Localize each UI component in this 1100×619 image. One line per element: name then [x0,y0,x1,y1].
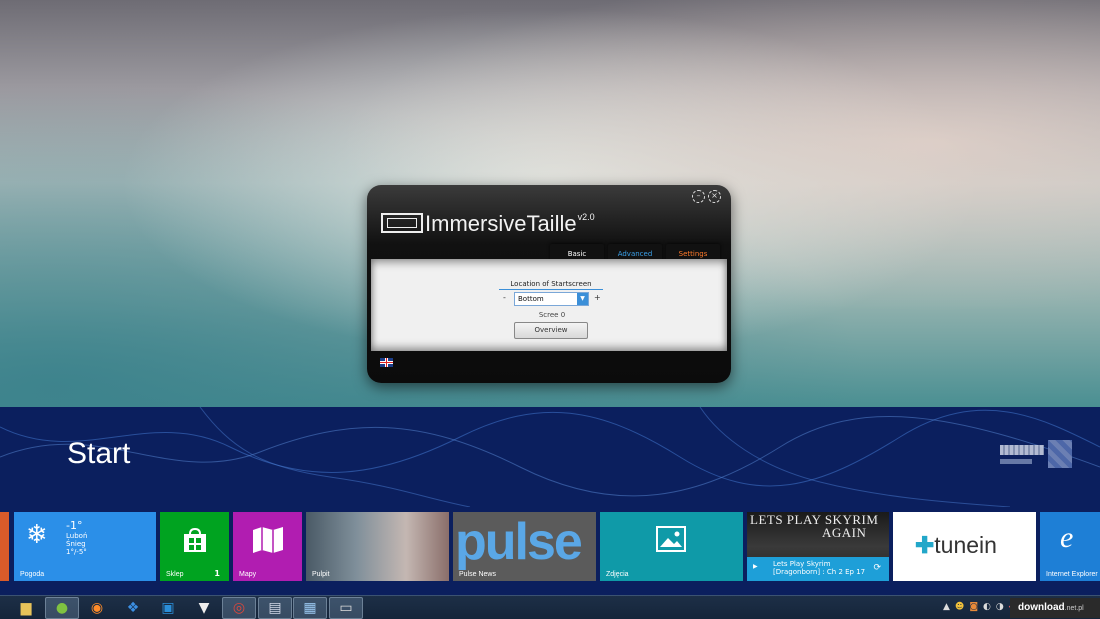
skyrim-info-line1: Lets Play Skyrim [773,560,831,568]
screen-row: Scree 0 [531,311,573,319]
decrease-button[interactable]: - [503,293,506,302]
tile-internet-explorer[interactable]: e Internet Explorer [1040,512,1100,581]
tile-tunein[interactable]: ✚tunein [893,512,1036,581]
fox-mask-icon[interactable]: ▼ [187,597,221,619]
youtube-app-icon[interactable]: ▣ [151,597,185,619]
floppy-save-icon[interactable]: ▤ [258,597,292,619]
file-explorer-icon[interactable]: ▆ [9,597,43,619]
tray-expand-icon[interactable]: ▲ [943,602,950,612]
weather-place: Luboń [66,532,88,540]
tunein-plus-icon: ✚ [915,532,935,558]
refresh-icon: ⟳ [873,563,881,573]
immersivetaille-app-icon[interactable]: ▭ [329,597,363,619]
weather-range: 1°/-5° [66,548,87,556]
tile-label: Zdjęcia [606,571,629,578]
app-logo: ImmersiveTaille v2.0 [381,209,595,237]
uk-flag-icon[interactable] [380,358,393,367]
tile-partial[interactable] [0,512,9,581]
taskbar: ▆ ● ◉ ❖ ▣ ▼ ◎ ▤ ▦ ▭ ▲ ☻ ◙ ◐ ◑ ◆ download… [0,595,1100,619]
skyrim-title: LETS PLAY SKYRIM AGAIN [750,512,879,540]
store-bag-icon [184,527,206,552]
download-watermark: download.net.pl [1010,598,1100,618]
snowflake-icon: ❄ [26,520,48,550]
youtube-icon: ▶ [753,563,758,570]
weather-info: -1° Luboń Śnieg 1°/-5° [66,519,88,557]
close-icon[interactable]: × [708,190,721,203]
skyrim-info: ▶ Lets Play Skyrim [Dragonborn] : Ch 2 E… [747,557,889,581]
skyrim-info-line2: [Dragonborn] : Ch 2 Ep 17 [773,568,866,576]
immersivetaille-window: – × ImmersiveTaille v2.0 Basic Advanced … [367,185,731,383]
start-background-pattern [0,407,1100,507]
tile-label: Pulpit [312,571,330,578]
screen-label: Scree [538,311,559,319]
dropbox-icon[interactable]: ❖ [116,597,150,619]
user-name-blurred [1000,444,1044,455]
app-version: v2.0 [577,212,595,222]
overview-button[interactable]: Overview [514,322,588,339]
app-name: ImmersiveTaille [425,211,577,236]
location-select[interactable]: Bottom ▼ [514,292,589,306]
tile-pogoda[interactable]: ❄ -1° Luboń Śnieg 1°/-5° Pogoda [14,512,156,581]
tile-label: Pulse News [459,571,496,578]
rss-icon[interactable]: ◙ [969,602,978,612]
tile-sklep[interactable]: Sklep 1 [160,512,229,581]
photo-icon [656,526,686,552]
tile-pulpit[interactable]: Pulpit [306,512,449,581]
location-label: Location of Startscreen [499,280,603,290]
tile-label: Sklep [166,571,184,578]
internet-explorer-icon: e [1060,521,1074,554]
tile-badge: 1 [214,569,220,578]
remote-desktop-icon[interactable]: ▦ [293,597,327,619]
avatar[interactable] [1048,440,1072,468]
settings-panel: Location of Startscreen - Bottom ▼ + Scr… [371,259,727,351]
tile-zdjecia[interactable]: Zdjęcia [600,512,743,581]
user-subtitle-blurred [1000,458,1032,464]
tile-pulse-news[interactable]: pulse Pulse News [453,512,596,581]
chrome-icon[interactable]: ◎ [222,597,256,619]
window-controls: – × [692,190,721,203]
tile-label: Mapy [239,571,257,578]
location-select-value: Bottom [518,295,544,303]
tile-youtube-skyrim[interactable]: LETS PLAY SKYRIM AGAIN ▶ Lets Play Skyri… [747,512,889,581]
pulse-logo: pulse [455,513,583,571]
tunein-logo: ✚tunein [915,532,997,558]
logo-frame-icon [381,213,423,233]
tile-label: Pogoda [20,571,45,578]
tile-mapy[interactable]: Mapy [233,512,302,581]
user-account[interactable] [1000,440,1072,468]
weather-temp: -1° [66,519,83,532]
tile-label: Internet Explorer [1046,571,1098,578]
weather-condition: Śnieg [66,540,86,548]
start-screen: Start ❄ -1° Luboń Śnieg 1°/-5° Pogoda Sk… [0,407,1100,595]
map-icon [253,527,283,553]
volume-icon[interactable]: ◑ [996,602,1004,612]
chevron-down-icon[interactable]: ▼ [577,293,588,305]
minimize-icon[interactable]: – [692,190,705,203]
spotify-icon[interactable]: ● [45,597,79,619]
system-tray: ▲ ☻ ◙ ◐ ◑ ◆ [943,602,1016,612]
start-title: Start [67,437,131,470]
screen-value: 0 [560,311,566,319]
firefox-icon[interactable]: ◉ [80,597,114,619]
network-icon[interactable]: ◐ [983,602,991,612]
increase-button[interactable]: + [594,293,601,302]
smiley-icon[interactable]: ☻ [955,602,964,612]
